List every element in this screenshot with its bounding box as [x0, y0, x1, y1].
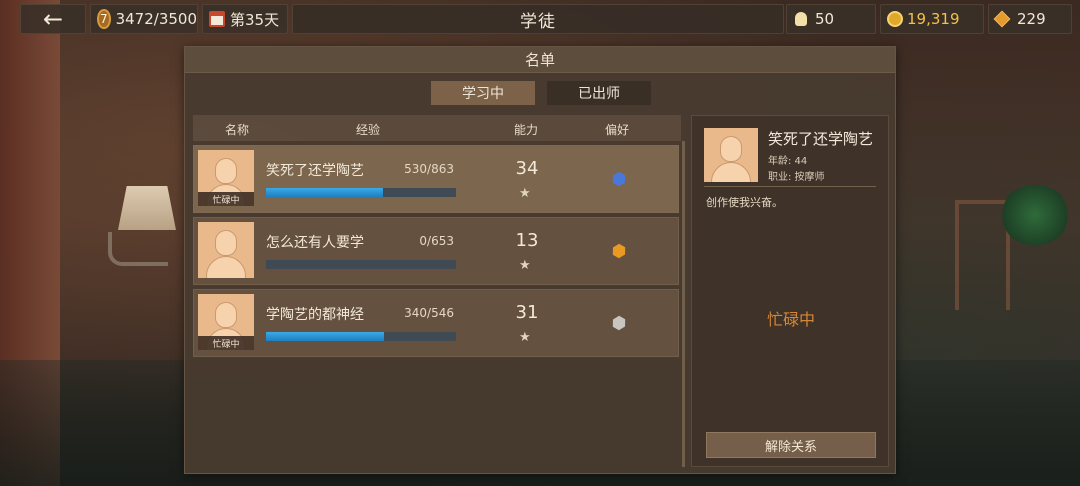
apprentice-ability: 34: [515, 158, 539, 179]
column-ability: 能力: [514, 123, 539, 137]
apprentice-row[interactable]: 怎么还有人要学 0/653 13 ★: [193, 217, 679, 285]
list-scrollbar[interactable]: [682, 141, 685, 467]
rank-progress: 3472/3500: [115, 10, 197, 28]
back-button[interactable]: ←: [20, 4, 86, 34]
roster-panel: 名单 学习中 已出师 名称 经验 能力 偏好 忙碌中 笑死了还学陶艺 530/8…: [184, 46, 896, 474]
tab-learning[interactable]: 学习中: [431, 81, 535, 105]
day-label: 第35天: [230, 10, 280, 29]
coins-counter[interactable]: 19,319: [880, 4, 984, 34]
apprentice-name: 笑死了还学陶艺: [266, 163, 364, 179]
blocks-value: 229: [1017, 10, 1046, 28]
detail-avatar: [704, 128, 758, 182]
apprentice-name: 怎么还有人要学: [266, 235, 364, 251]
detail-job: 职业: 按摩师: [768, 172, 825, 183]
ideas-value: 50: [815, 10, 835, 28]
top-bar: ← 7 3472/3500 第35天 学徒 50 19,319 229: [0, 0, 1080, 38]
rank-indicator[interactable]: 7 3472/3500: [90, 4, 198, 34]
blue-hex-icon: [609, 169, 628, 188]
coin-icon: [887, 11, 903, 27]
tab-graduated[interactable]: 已出师: [547, 81, 651, 105]
background-plant: [1000, 185, 1070, 245]
apprentice-exp: 0/653: [419, 234, 454, 248]
avatar: 忙碌中: [198, 150, 254, 206]
exp-bar: [266, 188, 456, 197]
detail-name: 笑死了还学陶艺: [768, 130, 874, 148]
panel-header: 名单: [185, 47, 895, 73]
column-preference: 偏好: [605, 123, 630, 137]
apprentice-exp: 530/863: [404, 162, 454, 176]
rank-badge-icon: 7: [97, 9, 111, 29]
apprentice-ability: 13: [515, 230, 539, 251]
busy-tag: 忙碌中: [198, 336, 254, 350]
column-name: 名称: [225, 123, 250, 137]
list-header: 名称 经验 能力 偏好: [193, 115, 681, 141]
apprentice-detail: 笑死了还学陶艺 年龄: 44 职业: 按摩师 创作使我兴奋。 忙碌中 解除关系: [691, 115, 889, 467]
busy-tag: 忙碌中: [198, 192, 254, 206]
release-button[interactable]: 解除关系: [706, 432, 876, 458]
wall-lamp-shade: [118, 186, 176, 230]
detail-age: 年龄: 44: [768, 156, 808, 167]
star-icon: ★: [519, 186, 531, 201]
detail-status: 忙碌中: [766, 310, 815, 329]
avatar: 忙碌中: [198, 294, 254, 350]
divider: [704, 186, 876, 187]
panel-title: 名单: [524, 51, 555, 69]
exp-bar: [266, 332, 456, 341]
apprentice-list: 名称 经验 能力 偏好 忙碌中 笑死了还学陶艺 530/863 34 ★ 怎么还…: [193, 115, 685, 467]
column-exp: 经验: [356, 123, 381, 137]
arrow-left-icon: ←: [42, 5, 64, 33]
exp-bar: [266, 260, 456, 269]
coins-value: 19,319: [907, 10, 960, 28]
avatar: [198, 222, 254, 278]
detail-description: 创作使我兴奋。: [706, 196, 783, 209]
star-icon: ★: [519, 258, 531, 273]
lightbulb-icon: [795, 12, 807, 26]
gray-hex-icon: [609, 313, 628, 332]
day-indicator: 第35天: [202, 4, 288, 34]
cube-icon: [993, 10, 1011, 28]
apprentice-row[interactable]: 忙碌中 笑死了还学陶艺 530/863 34 ★: [193, 145, 679, 213]
orange-hex-icon: [609, 241, 628, 260]
apprentice-ability: 31: [515, 302, 539, 323]
page-title: 学徒: [292, 4, 784, 34]
apprentice-exp: 340/546: [404, 306, 454, 320]
ideas-counter[interactable]: 50: [786, 4, 876, 34]
apprentice-row[interactable]: 忙碌中 学陶艺的都神经 340/546 31 ★: [193, 289, 679, 357]
tab-bar: 学习中 已出师: [431, 81, 651, 105]
page-title-text: 学徒: [520, 11, 556, 32]
apprentice-name: 学陶艺的都神经: [266, 307, 364, 323]
star-icon: ★: [519, 330, 531, 345]
calendar-icon: [209, 11, 225, 27]
blocks-counter[interactable]: 229: [988, 4, 1072, 34]
wall-lamp-arm: [108, 232, 168, 266]
